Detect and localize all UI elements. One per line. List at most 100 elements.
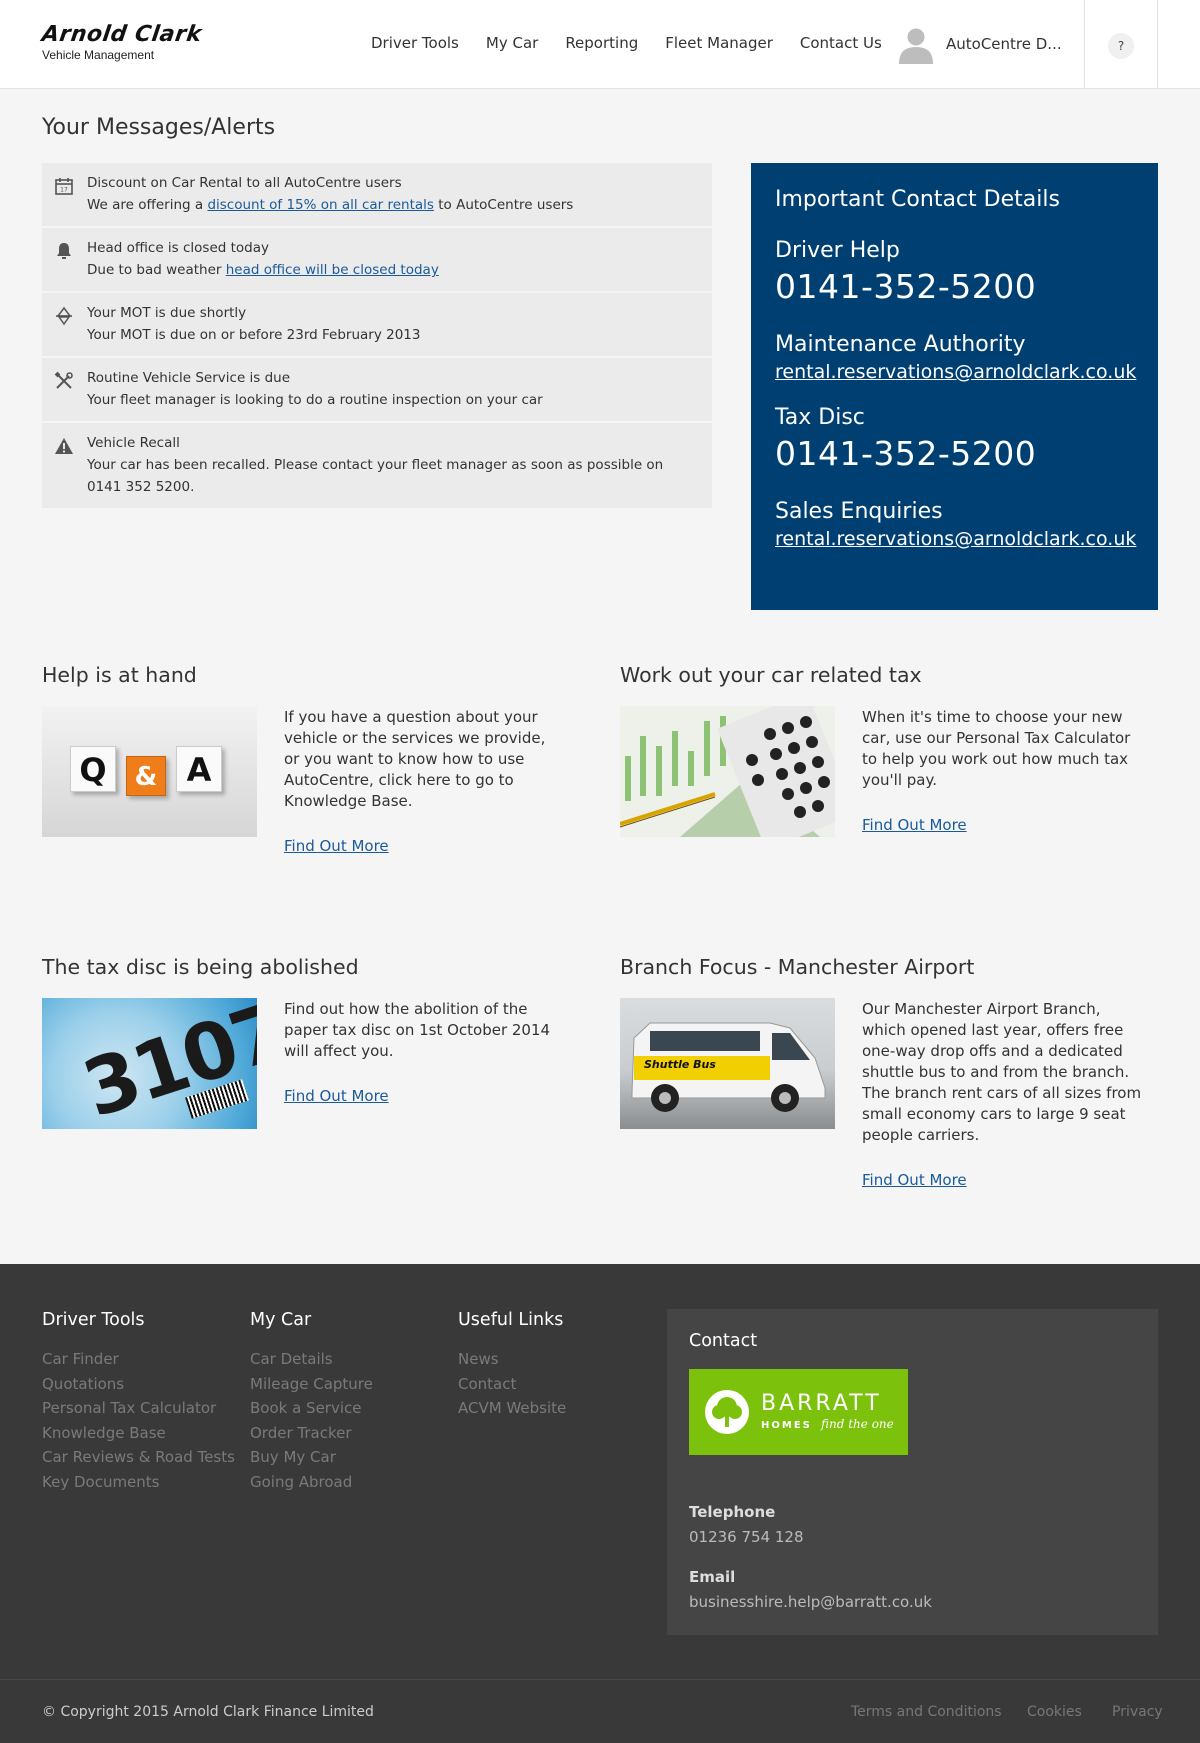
message-text: to AutoCentre users: [433, 197, 574, 213]
message-text: We are offering a: [87, 197, 208, 213]
message-item[interactable]: Vehicle Recall Your car has been recalle…: [42, 423, 712, 508]
email-label: Email: [689, 1568, 736, 1586]
message-title: Head office is closed today: [87, 240, 270, 256]
maintenance-email-link[interactable]: rental.reservations@arnoldclark.co.uk: [775, 361, 1136, 383]
header-divider: [1157, 0, 1158, 89]
copyright-text: © Copyright 2015 Arnold Clark Finance Li…: [42, 1704, 374, 1720]
email-value[interactable]: businesshire.help@barratt.co.uk: [689, 1593, 1136, 1611]
barratt-homes-logo[interactable]: BARRATT HOMES find the one: [689, 1369, 908, 1455]
nav-reporting[interactable]: Reporting: [565, 34, 638, 52]
driver-help-label: Driver Help: [775, 238, 900, 263]
footer-divider: [0, 1679, 1200, 1680]
telephone-value[interactable]: 01236 754 128: [689, 1528, 1136, 1546]
message-link[interactable]: head office will be closed today: [226, 262, 439, 278]
tax-feature: Work out your car related tax When it's …: [620, 663, 1160, 837]
footer-link[interactable]: Quotations: [42, 1372, 235, 1397]
footer-link[interactable]: Car Reviews & Road Tests: [42, 1445, 235, 1470]
footer-link[interactable]: Mileage Capture: [250, 1372, 373, 1397]
brand-name: BARRATT: [761, 1391, 882, 1416]
message-body: Your car has been recalled. Please conta…: [87, 457, 664, 495]
tax-disc-phone[interactable]: 0141-352-5200: [775, 434, 1134, 473]
find-out-more-link[interactable]: Find Out More: [862, 816, 967, 834]
feature-description: When it's time to choose your new car, u…: [862, 708, 1131, 789]
main-nav: Driver Tools My Car Reporting Fleet Mana…: [371, 34, 909, 52]
arnold-clark-logo[interactable]: Arnold Clark Vehicle Management: [40, 22, 204, 62]
help-button[interactable]: ?: [1108, 33, 1134, 59]
brand-sub: HOMES: [761, 1420, 812, 1431]
sales-label: Sales Enquiries: [775, 499, 943, 524]
sales-email-link[interactable]: rental.reservations@arnoldclark.co.uk: [775, 528, 1136, 550]
footer-link[interactable]: Personal Tax Calculator: [42, 1396, 235, 1421]
footer-link[interactable]: Going Abroad: [250, 1470, 373, 1495]
feature-title: Branch Focus - Manchester Airport: [620, 955, 975, 979]
message-text: Due to bad weather: [87, 262, 226, 278]
find-out-more-link[interactable]: Find Out More: [284, 837, 389, 855]
footer-column-title: My Car: [250, 1310, 312, 1330]
message-item[interactable]: Routine Vehicle Service is due Your flee…: [42, 358, 712, 423]
qa-image: Q & A: [42, 706, 257, 837]
footer-link[interactable]: Key Documents: [42, 1470, 235, 1495]
driver-help-phone[interactable]: 0141-352-5200: [775, 267, 1134, 306]
site-header: Arnold Clark Vehicle Management Driver T…: [0, 0, 1200, 89]
disc-number: 3107: [73, 998, 257, 1129]
footer-contact-panel: Contact BARRATT HOMES find the one Telep…: [667, 1309, 1158, 1635]
cookies-link[interactable]: Cookies: [1027, 1704, 1082, 1720]
footer-link[interactable]: Buy My Car: [250, 1445, 373, 1470]
footer-contact-title: Contact: [689, 1331, 758, 1351]
feature-description: Our Manchester Airport Branch, which ope…: [862, 1000, 1142, 1144]
footer-driver-tools: Driver Tools Car Finder Quotations Perso…: [42, 1310, 235, 1494]
nav-fleet-manager[interactable]: Fleet Manager: [665, 34, 773, 52]
find-out-more-link[interactable]: Find Out More: [284, 1087, 389, 1105]
message-title: Routine Vehicle Service is due: [87, 370, 291, 386]
feature-title: Work out your car related tax: [620, 663, 922, 687]
calculator-chart-image: [620, 706, 835, 837]
important-contacts-panel: Important Contact Details Driver Help 01…: [751, 163, 1158, 610]
footer-link[interactable]: Book a Service: [250, 1396, 373, 1421]
messages-list: 17 Discount on Car Rental to all AutoCen…: [42, 163, 712, 508]
footer-column-title: Useful Links: [458, 1310, 564, 1330]
footer-link[interactable]: ACVM Website: [458, 1396, 566, 1421]
ampersand-block: &: [126, 756, 166, 796]
tools-icon: [54, 371, 73, 389]
feature-title: Help is at hand: [42, 663, 197, 687]
logo-wordmark: Arnold Clark: [40, 22, 204, 47]
footer-useful-links: Useful Links News Contact ACVM Website: [458, 1310, 566, 1421]
message-item[interactable]: Head office is closed today Due to bad w…: [42, 228, 712, 293]
footer-link[interactable]: Order Tracker: [250, 1421, 373, 1446]
feature-title: The tax disc is being abolished: [42, 955, 359, 979]
user-avatar-icon[interactable]: [896, 24, 936, 64]
q-block: Q: [70, 746, 116, 792]
footer-link[interactable]: Knowledge Base: [42, 1421, 235, 1446]
header-divider: [1084, 0, 1085, 89]
logo-subtitle: Vehicle Management: [42, 48, 155, 62]
message-item[interactable]: Your MOT is due shortly Your MOT is due …: [42, 293, 712, 358]
a-block: A: [176, 746, 222, 792]
tax-disc-label: Tax Disc: [775, 405, 865, 430]
nav-driver-tools[interactable]: Driver Tools: [371, 34, 459, 52]
footer-link[interactable]: Contact: [458, 1372, 566, 1397]
mot-icon: [56, 306, 72, 326]
calendar-icon: 17: [55, 178, 73, 195]
brand-tagline: find the one: [821, 1417, 894, 1431]
feature-description: Find out how the abolition of the paper …: [284, 1000, 551, 1060]
message-link[interactable]: discount of 15% on all car rentals: [207, 197, 434, 213]
message-body: Your MOT is due on or before 23rd Februa…: [87, 327, 421, 343]
message-title: Discount on Car Rental to all AutoCentre…: [87, 175, 402, 191]
footer-my-car: My Car Car Details Mileage Capture Book …: [250, 1310, 373, 1494]
footer-link[interactable]: Car Finder: [42, 1347, 235, 1372]
footer-link[interactable]: News: [458, 1347, 566, 1372]
message-item[interactable]: 17 Discount on Car Rental to all AutoCen…: [42, 163, 712, 228]
shuttle-bus-label: Shuttle Bus: [644, 1058, 716, 1071]
terms-link[interactable]: Terms and Conditions: [851, 1704, 1002, 1720]
nav-contact-us[interactable]: Contact Us: [800, 34, 882, 52]
privacy-link[interactable]: Privacy: [1112, 1704, 1163, 1720]
contacts-title: Important Contact Details: [775, 187, 1060, 212]
account-menu[interactable]: AutoCentre D...: [946, 35, 1062, 53]
message-title: Vehicle Recall: [87, 435, 180, 451]
footer-link[interactable]: Car Details: [250, 1347, 373, 1372]
find-out-more-link[interactable]: Find Out More: [862, 1171, 967, 1189]
messages-title: Your Messages/Alerts: [42, 115, 276, 140]
tree-icon: [705, 1390, 749, 1434]
nav-my-car[interactable]: My Car: [486, 34, 538, 52]
message-title: Your MOT is due shortly: [87, 305, 247, 321]
